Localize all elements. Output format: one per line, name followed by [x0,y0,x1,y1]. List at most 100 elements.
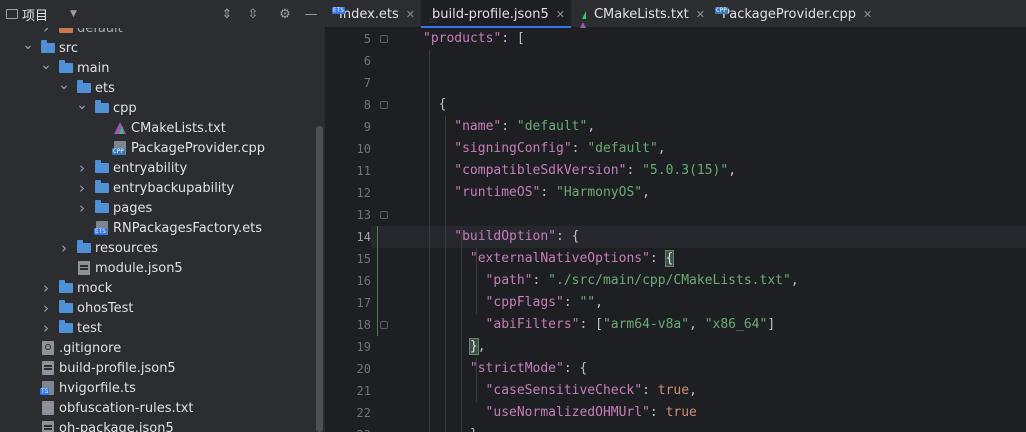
chevron-down-icon[interactable]: ⌄ [22,35,34,55]
json-key: "externalNativeOptions" [469,251,650,266]
indent-guide [476,358,477,402]
tree-item[interactable]: › entryability [0,158,316,178]
tree-item-label: entryability [113,160,188,176]
close-icon[interactable]: ✕ [406,8,415,21]
close-icon[interactable]: ✕ [556,8,565,21]
chevron-down-icon[interactable]: ⌄ [76,95,88,115]
chevron-right-icon[interactable]: › [40,298,52,318]
matched-brace: { [664,250,675,267]
folder-icon [58,278,74,298]
file-type-badge: TS [40,388,50,395]
tree-item[interactable]: ⌄ cpp [0,95,316,118]
tree-item[interactable]: › entrybackupability [0,178,316,198]
tree-item[interactable]: › test [0,318,316,338]
tree-item[interactable]: › resources [0,238,316,258]
json-key: "runtimeOS" [454,185,541,200]
json-key: "signingConfig" [454,141,572,156]
indent-guide [476,248,477,314]
fold-marker[interactable] [380,101,388,109]
tab-label: build-profile.json5 [432,6,549,22]
tree-item-label: RNPackagesFactory.ets [113,220,263,236]
tree-item[interactable]: TS hvigorfile.ts [0,378,316,398]
json-key: "products" [423,31,502,46]
close-icon[interactable]: ✕ [863,8,872,21]
json-key: "strictMode" [469,361,564,376]
tree-item-label: src [59,40,78,56]
minimize-icon[interactable]: — [302,5,320,23]
chevron-right-icon[interactable]: › [76,158,88,178]
chevron-down-icon[interactable]: ⌄ [40,55,52,75]
tree-item[interactable]: CMakeLists.txt [0,118,316,138]
tree-item[interactable]: build-profile.json5 [0,358,316,378]
tree-item-label: obfuscation-rules.txt [59,400,194,416]
code-line: "buildOption": { [454,226,579,248]
tree-item-label: main [77,60,110,76]
folder-icon [94,98,110,118]
project-view-selector[interactable]: 项目 ▼ [6,5,77,24]
close-icon[interactable]: ✕ [696,8,705,21]
fold-marker[interactable] [380,211,388,219]
json-file-icon [40,418,56,432]
punctuation: { [438,97,447,112]
punctuation: : [626,163,643,178]
json-string: "HarmonyOS" [556,185,643,200]
line-number: 16 [356,274,371,288]
tab-label: PackageProvider.cpp [722,6,856,22]
tab-cmakelists-txt[interactable]: CMakeLists.txt ✕ [571,0,711,34]
tree-item[interactable]: › mock [0,278,316,298]
tree-item[interactable]: ETS RNPackagesFactory.ets [0,218,316,238]
json-key: "compatibleSdkVersion" [454,163,627,178]
json-key: "name" [454,119,502,134]
chevron-right-icon[interactable]: › [40,318,52,338]
tree-item[interactable]: module.json5 [0,258,316,278]
project-panel: › default ⌄ src ⌄ main ⌄ ets ⌄ cpp CMakeLists.txt C… [0,0,325,432]
fold-marker[interactable] [380,321,388,329]
json-key: "useNormalizedOHMUrl" [485,405,650,420]
json-key: "buildOption" [454,229,557,244]
tree-item[interactable]: › ohosTest [0,298,316,318]
code-line: }, [468,336,486,358]
indent-guide [429,50,430,432]
punctuation: : { [563,361,588,376]
gear-icon[interactable]: ⚙ [276,5,294,23]
tab-build-profile-json5[interactable]: build-profile.json5 ✕ [421,0,571,28]
line-number: 17 [356,296,371,310]
punctuation: : [563,295,580,310]
chevron-down-icon[interactable]: ⌄ [58,75,70,95]
chevron-right-icon[interactable]: › [76,178,88,198]
code-line: "caseSensitiveCheck": true, [486,380,697,402]
tree-item-label: module.json5 [95,260,183,276]
tree-item[interactable]: ⌄ ets [0,75,316,98]
tab-packageprovider-cpp[interactable]: CPP PackageProvider.cpp ✕ [711,0,878,28]
tree-item[interactable]: CPP PackageProvider.cpp [0,138,316,158]
tree-item[interactable]: oh-package.json5 [0,418,316,432]
json-key: "cppFlags" [485,295,564,310]
expand-all-icon[interactable]: ⇕ [218,5,236,23]
punctuation: , [642,185,650,200]
code-line: "path": "./src/main/cpp/CMakeLists.txt", [486,270,799,292]
tree-item[interactable]: obfuscation-rules.txt [0,398,316,418]
tree-scrollbar-thumb[interactable] [316,126,323,432]
chevron-right-icon[interactable]: › [76,198,88,218]
collapse-all-icon[interactable]: ⇳ [244,5,262,23]
code-line: "abiFilters": ["arm64-v8a", "x86_64"] [486,314,776,336]
json-string: "" [579,295,596,310]
ets-file-icon: ETS [94,218,110,238]
tree-item[interactable]: › pages [0,198,316,218]
punctuation: : [540,185,557,200]
fold-marker[interactable] [380,35,388,43]
line-number: 19 [356,340,371,354]
json-key: "caseSensitiveCheck" [485,383,643,398]
code-line: "useNormalizedOHMUrl": true [486,402,697,424]
tree-item[interactable]: .gitignore [0,338,316,358]
chevron-down-icon[interactable]: ▼ [70,9,77,19]
chevron-right-icon[interactable]: › [58,238,70,258]
project-panel-header: 项目 ▼ ⇕ ⇳ ⚙ — [0,0,325,28]
tree-item-label: PackageProvider.cpp [131,140,265,156]
punctuation: : [571,141,588,156]
tab-index-ets[interactable]: ETS Index.ets ✕ [325,0,421,28]
tree-item[interactable]: ⌄ main [0,55,316,78]
tab-label: CMakeLists.txt [593,6,689,22]
chevron-right-icon[interactable]: › [40,278,52,298]
